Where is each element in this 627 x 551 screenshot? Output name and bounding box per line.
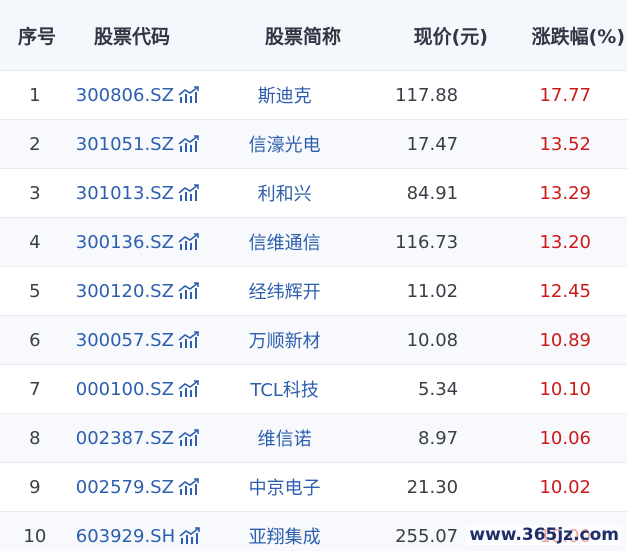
stock-name-link[interactable]: 中京电子 <box>215 474 355 500</box>
row-index: 1 <box>29 84 41 106</box>
stock-price: 116.73 <box>395 231 459 253</box>
stock-code-cell: 301051.SZ <box>70 134 215 155</box>
table-row: 6 300057.SZ 万顺新材 10.08 10.89 <box>0 316 627 365</box>
stock-name-link[interactable]: 万顺新材 <box>215 327 355 353</box>
stock-code-cell: 300057.SZ <box>70 330 215 351</box>
header-index[interactable]: 序号 <box>0 22 74 49</box>
table-row: 9 002579.SZ 中京电子 21.30 10.02 <box>0 463 627 512</box>
stock-price: 11.02 <box>406 280 459 302</box>
table-row: 5 300120.SZ 经纬辉开 11.02 12.45 <box>0 267 627 316</box>
stock-code-cell: 301013.SZ <box>70 183 215 204</box>
stock-trend-icon[interactable] <box>179 527 201 545</box>
table-row: 1 300806.SZ 斯迪克 117.88 17.77 <box>0 71 627 120</box>
stock-code-cell: 300120.SZ <box>70 281 215 302</box>
stock-change: 10.06 <box>539 427 591 449</box>
stock-code-cell: 002387.SZ <box>70 428 215 449</box>
stock-name-link[interactable]: TCL科技 <box>215 376 355 402</box>
stock-price: 84.91 <box>406 182 459 204</box>
stock-price: 8.97 <box>418 427 459 449</box>
stock-change: 13.52 <box>539 133 591 155</box>
stock-trend-icon[interactable] <box>178 282 200 300</box>
stock-code-link[interactable]: 300120.SZ <box>70 281 174 302</box>
stock-change: 12.45 <box>539 280 591 302</box>
stock-trend-icon[interactable] <box>178 86 200 104</box>
stock-code-link[interactable]: 002579.SZ <box>70 477 174 498</box>
stock-change: 17.77 <box>539 84 591 106</box>
stock-trend-icon[interactable] <box>178 184 200 202</box>
table-header: 序号 股票代码 股票简称 现价(元) 涨跌幅(%) <box>0 0 627 71</box>
stock-price: 21.30 <box>406 476 459 498</box>
stock-name-link[interactable]: 亚翔集成 <box>215 523 355 549</box>
stock-code-cell: 300806.SZ <box>70 85 215 106</box>
row-index: 8 <box>29 427 41 449</box>
stock-code-cell: 002579.SZ <box>70 477 215 498</box>
stock-price: 117.88 <box>395 84 459 106</box>
stock-name-link[interactable]: 信濠光电 <box>215 131 355 157</box>
stock-price: 10.08 <box>406 329 459 351</box>
header-change[interactable]: 涨跌幅(%) <box>488 22 625 49</box>
stock-trend-icon[interactable] <box>178 331 200 349</box>
stock-change: 10.02 <box>539 476 591 498</box>
stock-code-cell: 000100.SZ <box>70 379 215 400</box>
stock-change: 13.29 <box>539 182 591 204</box>
stock-name-link[interactable]: 经纬辉开 <box>215 278 355 304</box>
stock-name-link[interactable]: 斯迪克 <box>215 82 355 108</box>
header-code[interactable]: 股票代码 <box>74 22 228 49</box>
row-index: 9 <box>29 476 41 498</box>
stock-trend-icon[interactable] <box>178 429 200 447</box>
stock-trend-icon[interactable] <box>178 478 200 496</box>
stock-price: 5.34 <box>418 378 459 400</box>
table-row: 2 301051.SZ 信濠光电 17.47 13.52 <box>0 120 627 169</box>
table-row: 4 300136.SZ 信维通信 116.73 13.20 <box>0 218 627 267</box>
row-index: 3 <box>29 182 41 204</box>
row-index: 4 <box>29 231 41 253</box>
stock-code-link[interactable]: 300806.SZ <box>70 85 174 106</box>
stock-code-link[interactable]: 300136.SZ <box>70 232 174 253</box>
watermark: www.365jz.com <box>467 525 621 545</box>
header-name[interactable]: 股票简称 <box>228 22 378 49</box>
stock-code-link[interactable]: 000100.SZ <box>70 379 174 400</box>
stock-change: 10.10 <box>539 378 591 400</box>
stock-name-link[interactable]: 信维通信 <box>215 229 355 255</box>
stock-code-cell: 300136.SZ <box>70 232 215 253</box>
header-price[interactable]: 现价(元) <box>378 22 488 49</box>
stock-code-link[interactable]: 002387.SZ <box>70 428 174 449</box>
stock-code-link[interactable]: 301051.SZ <box>70 134 174 155</box>
stock-code-cell: 603929.SH <box>70 526 215 547</box>
row-index: 7 <box>29 378 41 400</box>
row-index: 10 <box>23 525 47 547</box>
table-row: 8 002387.SZ 维信诺 8.97 10.06 <box>0 414 627 463</box>
stock-trend-icon[interactable] <box>178 380 200 398</box>
stock-price: 255.07 <box>395 525 459 547</box>
stock-name-link[interactable]: 维信诺 <box>215 425 355 451</box>
stock-trend-icon[interactable] <box>178 135 200 153</box>
row-index: 2 <box>29 133 41 155</box>
stock-price: 17.47 <box>406 133 459 155</box>
stock-change: 13.20 <box>539 231 591 253</box>
stock-code-link[interactable]: 301013.SZ <box>70 183 174 204</box>
row-index: 6 <box>29 329 41 351</box>
table-body: 1 300806.SZ 斯迪克 117.88 17.77 2 301051.SZ 信濠光电 17… <box>0 71 627 551</box>
stock-change: 10.89 <box>539 329 591 351</box>
stock-code-link[interactable]: 300057.SZ <box>70 330 174 351</box>
stock-table: 序号 股票代码 股票简称 现价(元) 涨跌幅(%) 1 300806.SZ 斯迪克 1… <box>0 0 627 551</box>
table-row: 3 301013.SZ 利和兴 84.91 13.29 <box>0 169 627 218</box>
table-row: 7 000100.SZ TCL科技 5.34 10.10 <box>0 365 627 414</box>
stock-name-link[interactable]: 利和兴 <box>215 180 355 206</box>
stock-trend-icon[interactable] <box>178 233 200 251</box>
stock-code-link[interactable]: 603929.SH <box>70 526 175 547</box>
row-index: 5 <box>29 280 41 302</box>
